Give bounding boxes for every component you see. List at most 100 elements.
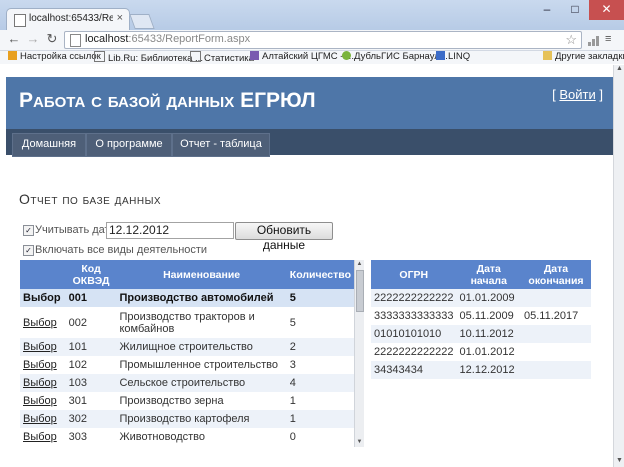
- browser-titlebar: localhost:65433/ReportFor × – □ ✕: [0, 0, 624, 31]
- ogrn-cell: 2222222222222: [371, 289, 457, 307]
- new-tab-button[interactable]: [129, 14, 155, 29]
- app-icon: [8, 51, 17, 60]
- select-link[interactable]: Выбор: [20, 428, 66, 446]
- address-bar[interactable]: localhost:65433/ReportForm.aspx ☆: [64, 31, 582, 49]
- okved-code: 101: [65, 338, 117, 356]
- scroll-up-icon[interactable]: ▲: [355, 260, 364, 269]
- forward-arrow-icon[interactable]: →: [25, 31, 41, 47]
- okved-code: 002: [65, 307, 117, 338]
- bookmark-item[interactable]: LINQ: [436, 51, 470, 62]
- menu-wrench-icon[interactable]: ≡: [605, 33, 618, 45]
- page-scrollbar[interactable]: ▲ ▼: [613, 65, 624, 467]
- url-text[interactable]: localhost:65433/ReportForm.aspx: [85, 33, 250, 45]
- page-viewport: Работа с базой данных ЕГРЮЛ [ Войти ] До…: [6, 65, 614, 467]
- activity-count: 4: [286, 374, 354, 392]
- activity-name: Производство автомобилей: [116, 289, 287, 307]
- close-window-button[interactable]: ✕: [589, 0, 624, 20]
- end-date-cell: [520, 343, 591, 361]
- table-row: Выбор 101 Жилищное строительство 2: [20, 338, 354, 356]
- login-area: [ Войти ]: [552, 87, 603, 102]
- site-title: Работа с базой данных ЕГРЮЛ: [19, 89, 316, 112]
- other-bookmarks[interactable]: Другие закладки: [543, 51, 624, 62]
- menu-home[interactable]: Домашняя: [12, 133, 86, 157]
- activity-count: 5: [286, 307, 354, 338]
- ogrn-grid: ОГРН Дата начала Дата окончания 22222222…: [371, 260, 591, 380]
- select-link[interactable]: Выбор: [20, 307, 66, 338]
- bookmark-item[interactable]: ДубльГИС Барнаул...: [342, 51, 448, 62]
- dublgis-icon: [342, 51, 351, 60]
- table-row: Выбор 103 Сельское строительство 4: [20, 374, 354, 392]
- tab-close-icon[interactable]: ×: [117, 12, 123, 24]
- site-header: Работа с базой данных ЕГРЮЛ [ Войти ]: [6, 77, 614, 129]
- col-name-header: Наименование: [116, 260, 287, 289]
- select-link[interactable]: Выбор: [20, 410, 66, 428]
- scroll-thumb[interactable]: [356, 270, 364, 312]
- bookmark-item[interactable]: Статистика: [190, 51, 254, 64]
- lib-icon: [94, 51, 105, 62]
- refresh-data-button[interactable]: Обновить данные: [235, 222, 333, 252]
- start-date-cell: 05.11.2009: [456, 307, 521, 325]
- select-link[interactable]: Выбор: [20, 392, 66, 410]
- activity-count: 5: [286, 289, 354, 307]
- date-input[interactable]: 12.12.2012: [106, 222, 234, 239]
- activity-name: Производство картофеля: [116, 410, 287, 428]
- table-row: 34343434 12.12.2012: [371, 361, 591, 379]
- select-link[interactable]: Выбор: [20, 338, 66, 356]
- activity-count: 0: [286, 428, 354, 446]
- use-date-label: Учитывать дату: [35, 224, 116, 236]
- activities-scrollbar[interactable]: ▲ ▼: [354, 260, 364, 447]
- activity-name: Промышленное строительство: [116, 356, 287, 374]
- table-row[interactable]: Выбор 001 Производство автомобилей 5: [20, 289, 354, 307]
- browser-toolbar: ← → ↻ localhost:65433/ReportForm.aspx ☆ …: [0, 30, 624, 51]
- maximize-button[interactable]: □: [560, 0, 590, 20]
- select-link[interactable]: Выбор: [20, 356, 66, 374]
- end-date-cell: 05.11.2017: [520, 307, 591, 325]
- activity-count: 3: [286, 356, 354, 374]
- browser-tab[interactable]: localhost:65433/ReportFor ×: [6, 8, 130, 31]
- bookmark-item[interactable]: Настройка ссылок: [8, 51, 101, 62]
- menu-about[interactable]: О программе: [86, 133, 172, 157]
- activity-name: Животноводство: [116, 428, 287, 446]
- okved-code: 302: [65, 410, 117, 428]
- end-date-cell: [520, 325, 591, 343]
- page-scroll-up-icon[interactable]: ▲: [614, 65, 624, 75]
- include-all-checkbox[interactable]: ✓: [23, 245, 34, 256]
- page-icon: [190, 51, 201, 62]
- bookmark-star-icon[interactable]: ☆: [565, 32, 577, 48]
- table-row: Выбор 303 Животноводство 0: [20, 428, 354, 446]
- start-date-cell: 12.12.2012: [456, 361, 521, 379]
- activity-name: Жилищное строительство: [116, 338, 287, 356]
- table-row: 2222222222222 01.01.2012: [371, 343, 591, 361]
- page-scroll-down-icon[interactable]: ▼: [614, 457, 624, 467]
- menu-report-table[interactable]: Отчет - таблица: [172, 133, 270, 157]
- ogrn-cell: 34343434: [371, 361, 457, 379]
- scroll-down-icon[interactable]: ▼: [355, 438, 364, 447]
- col-start-date-header: Дата начала: [456, 260, 521, 289]
- login-link[interactable]: Войти: [559, 87, 595, 102]
- cgms-icon: [250, 51, 259, 60]
- include-all-label: Включать все виды деятельности: [35, 244, 208, 256]
- page-favicon-icon: [14, 14, 26, 27]
- activity-count: 2: [286, 338, 354, 356]
- col-select-header: [20, 260, 66, 289]
- table-row: Выбор 301 Производство зерна 1: [20, 392, 354, 410]
- bookmark-item[interactable]: Алтайский ЦГМС - ...: [250, 51, 354, 62]
- select-link[interactable]: Выбор: [20, 289, 66, 307]
- minimize-button[interactable]: –: [532, 0, 562, 20]
- activity-name: Производство тракторов и комбайнов: [116, 307, 287, 338]
- back-arrow-icon[interactable]: ←: [6, 31, 22, 47]
- bookmarks-bar: Настройка ссылок Lib.Ru: Библиотека ... …: [0, 51, 624, 64]
- col-code-header: Код ОКВЭД: [65, 260, 117, 289]
- start-date-cell: 01.01.2012: [456, 343, 521, 361]
- table-row: Выбор 302 Производство картофеля 1: [20, 410, 354, 428]
- end-date-cell: [520, 361, 591, 379]
- use-date-checkbox[interactable]: ✓: [23, 225, 34, 236]
- bookmark-item[interactable]: Lib.Ru: Библиотека ...: [94, 51, 203, 64]
- okved-code: 301: [65, 392, 117, 410]
- page-icon: [70, 34, 81, 47]
- table-row: Выбор 102 Промышленное строительство 3: [20, 356, 354, 374]
- select-link[interactable]: Выбор: [20, 374, 66, 392]
- activities-grid: Код ОКВЭД Наименование Количество Выбор …: [20, 260, 354, 447]
- reload-icon[interactable]: ↻: [44, 31, 60, 47]
- table-row: 3333333333333 05.11.2009 05.11.2017: [371, 307, 591, 325]
